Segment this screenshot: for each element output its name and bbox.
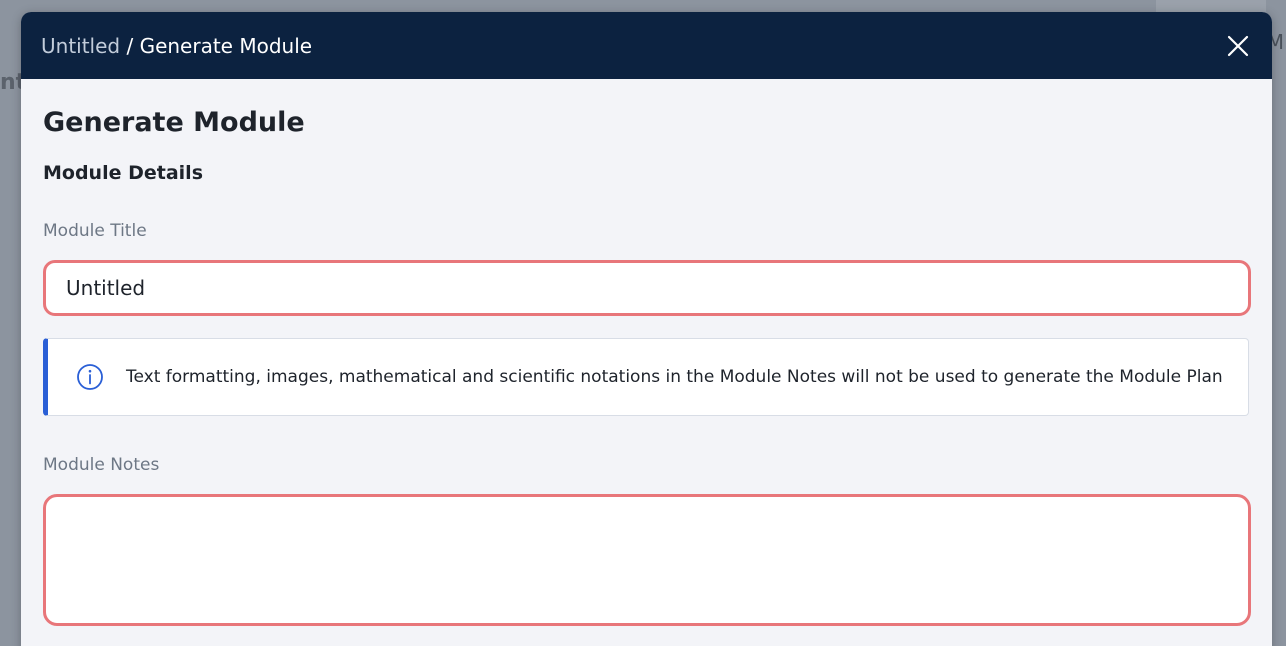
breadcrumb-separator: / (120, 33, 140, 58)
close-icon (1227, 35, 1249, 56)
modal-header: Untitled / Generate Module (21, 12, 1272, 79)
module-title-label: Module Title (43, 221, 147, 241)
generate-module-modal: Untitled / Generate Module Generate Modu… (21, 12, 1272, 646)
info-icon (76, 363, 104, 391)
section-title-module-details: Module Details (43, 162, 203, 184)
module-notes-textarea[interactable] (43, 494, 1251, 626)
close-button[interactable] (1220, 28, 1256, 64)
page-title: Generate Module (43, 107, 305, 138)
breadcrumb-parent[interactable]: Untitled (41, 34, 120, 58)
breadcrumb-current: Generate Module (139, 33, 313, 58)
background-tab (1156, 0, 1266, 12)
info-banner-text: Text formatting, images, mathematical an… (126, 367, 1223, 387)
module-title-input[interactable] (43, 260, 1251, 316)
breadcrumb: Untitled / Generate Module (41, 34, 312, 58)
module-notes-label: Module Notes (43, 455, 160, 475)
modal-body: Generate Module Module Details Module Ti… (21, 107, 1272, 626)
info-banner: Text formatting, images, mathematical an… (43, 338, 1249, 416)
